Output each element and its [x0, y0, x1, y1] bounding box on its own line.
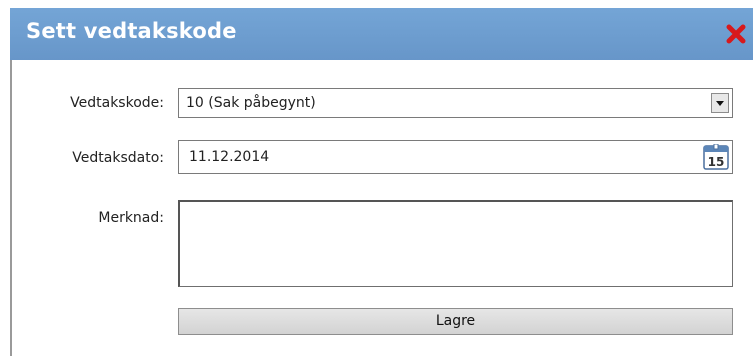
save-button[interactable]: Lagre [178, 308, 733, 335]
vedtakskode-label: Vedtakskode: [70, 95, 164, 111]
vedtakskode-select[interactable]: 10 (Sak påbegynt) [178, 88, 733, 118]
vedtaksdato-label: Vedtaksdato: [72, 150, 164, 166]
chevron-down-icon[interactable] [711, 93, 729, 113]
merknad-label: Merknad: [98, 210, 164, 226]
vedtaksdato-input[interactable]: 11.12.2014 15 [178, 140, 733, 174]
dialog-title-bar: Sett vedtakskode [10, 8, 753, 60]
merknad-textarea[interactable] [178, 200, 733, 287]
calendar-icon[interactable]: 15 [703, 143, 729, 170]
dialog-title: Sett vedtakskode [26, 19, 237, 43]
vedtaksdato-value: 11.12.2014 [189, 149, 270, 165]
dialog-left-border [10, 60, 12, 356]
vedtakskode-value: 10 (Sak påbegynt) [186, 95, 316, 111]
dialog: Sett vedtakskode Vedtakskode: 10 (Sak på… [10, 0, 753, 356]
close-icon[interactable] [725, 23, 747, 45]
calendar-day: 15 [708, 155, 725, 169]
